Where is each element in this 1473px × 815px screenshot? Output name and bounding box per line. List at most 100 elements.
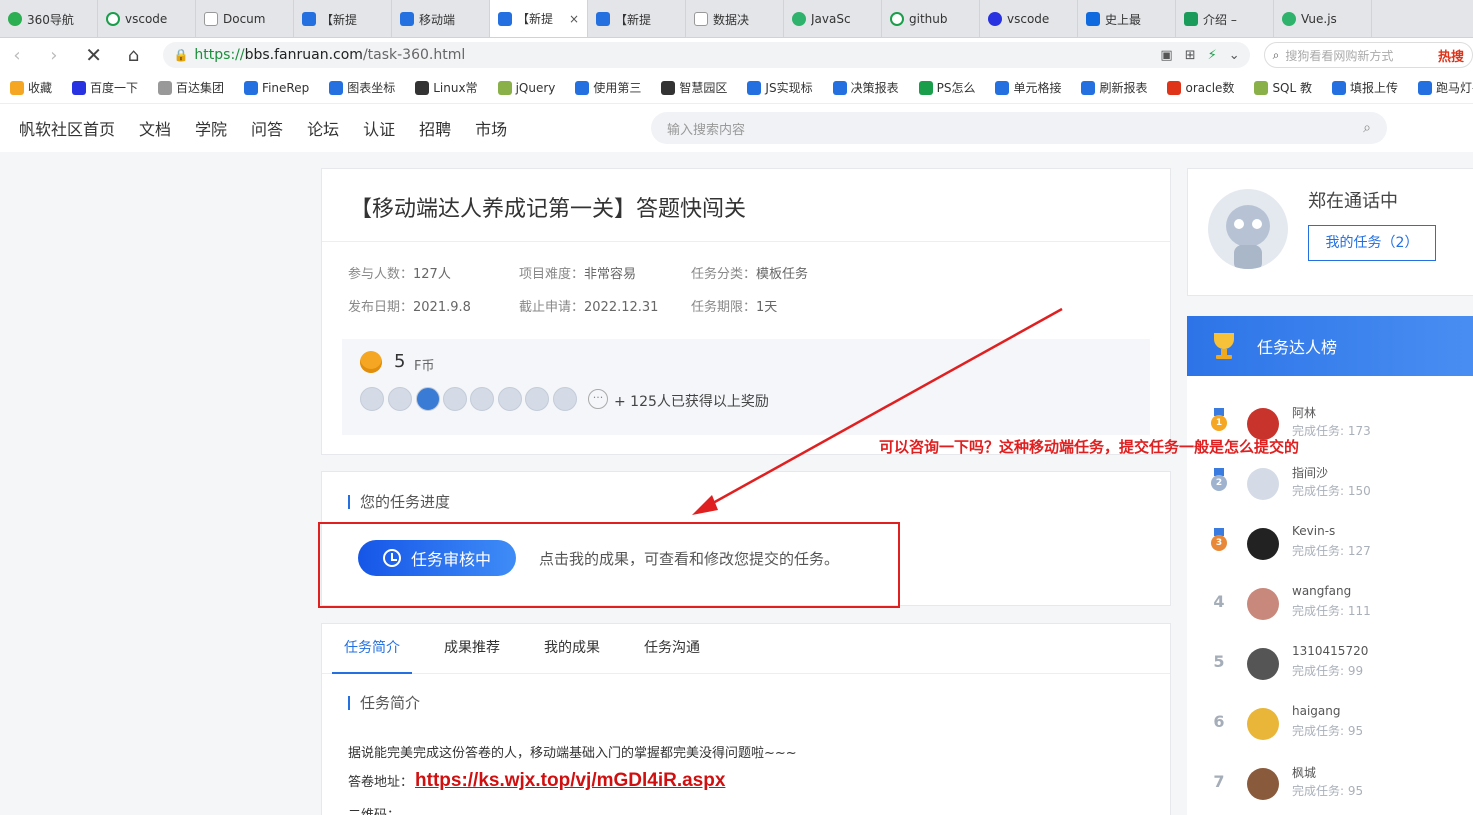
stop-loading-icon[interactable]: ✕ xyxy=(74,43,114,67)
browser-tab[interactable]: Vue.js xyxy=(1274,0,1372,37)
avatar[interactable] xyxy=(1247,468,1279,500)
winner-avatar[interactable] xyxy=(443,387,467,411)
bookmark-item[interactable]: PS怎么 xyxy=(909,79,986,96)
back-icon[interactable]: ‹ xyxy=(0,45,34,66)
bookmark-favicon-icon xyxy=(1167,80,1182,95)
bookmark-item[interactable]: 使用第三 xyxy=(565,79,651,96)
bookmark-item[interactable]: SQL 教 xyxy=(1244,79,1322,96)
site-nav-item[interactable]: 认证 xyxy=(351,116,407,140)
site-nav: 帆软社区首页 文档 学院 问答 论坛 认证 招聘 市场 xyxy=(0,116,519,140)
ranking-user-name[interactable]: 阿林 xyxy=(1292,404,1316,421)
winner-avatar[interactable] xyxy=(553,387,577,411)
avatar[interactable] xyxy=(1247,528,1279,560)
bookmark-item[interactable]: 跑马灯- xyxy=(1408,79,1473,96)
avatar[interactable] xyxy=(1247,588,1279,620)
bookmark-item[interactable]: 百度一下 xyxy=(62,79,148,96)
browser-tab[interactable]: 【新提 xyxy=(294,0,392,37)
winner-avatar[interactable] xyxy=(360,387,384,411)
content-tab[interactable]: 成果推荐 xyxy=(422,624,522,673)
ranking-user-name[interactable]: wangfang xyxy=(1292,584,1351,598)
user-name[interactable]: 郑在通话中 xyxy=(1308,187,1398,213)
bookmark-item[interactable]: oracle数 xyxy=(1157,79,1244,96)
browser-tab[interactable]: 360导航 xyxy=(0,0,98,37)
lightning-icon[interactable]: ⚡ xyxy=(1208,48,1217,63)
site-search-input[interactable]: 输入搜索内容 ⌕ xyxy=(651,112,1387,144)
browser-tab[interactable]: JavaSc xyxy=(784,0,882,37)
browser-tab[interactable]: 移动端 xyxy=(392,0,490,37)
bookmark-label: 百度一下 xyxy=(90,81,139,95)
bookmark-item[interactable]: 刷新报表 xyxy=(1071,79,1157,96)
winner-avatar[interactable] xyxy=(416,387,440,411)
browser-tab[interactable]: github xyxy=(882,0,980,37)
ranking-row[interactable]: 5 1310415720 完成任务: 99 xyxy=(1187,634,1473,694)
avatar[interactable] xyxy=(1208,189,1288,269)
bookmark-item[interactable]: 单元格接 xyxy=(985,79,1071,96)
hot-search-box[interactable]: ⌕ 搜狗看看网购新方式 热搜 xyxy=(1263,42,1473,68)
avatar[interactable] xyxy=(1247,708,1279,740)
answer-link[interactable]: https://ks.wjx.top/vj/mGDl4iR.aspx xyxy=(415,770,725,792)
ranking-user-name[interactable]: haigang xyxy=(1292,704,1341,718)
bookmark-item[interactable]: jQuery xyxy=(488,80,566,95)
browser-tab[interactable]: 【新提 xyxy=(588,0,686,37)
browser-tab[interactable]: 史上最 xyxy=(1078,0,1176,37)
winner-avatar[interactable] xyxy=(525,387,549,411)
site-nav-item[interactable]: 招聘 xyxy=(407,116,463,140)
site-nav-item[interactable]: 学院 xyxy=(183,116,239,140)
site-nav-item[interactable]: 市场 xyxy=(463,116,519,140)
address-bar[interactable]: 🔒 https:// bbs.fanruan.com /task-360.htm… xyxy=(163,42,1250,68)
forward-icon[interactable]: › xyxy=(34,45,74,66)
site-nav-item[interactable]: 帆软社区首页 xyxy=(0,116,127,140)
extension-icon[interactable]: ▣ xyxy=(1160,48,1172,63)
browser-tab[interactable]: vscode xyxy=(98,0,196,37)
url-scheme: https:// xyxy=(194,47,245,63)
browser-tab[interactable]: Docum xyxy=(196,0,294,37)
site-nav-item[interactable]: 文档 xyxy=(127,116,183,140)
browser-tab[interactable]: 介绍 – xyxy=(1176,0,1274,37)
ranking-row[interactable]: 7 枫城 完成任务: 95 xyxy=(1187,754,1473,814)
ranking-user-name[interactable]: 1310415720 xyxy=(1292,644,1368,658)
search-icon[interactable]: ⌕ xyxy=(1363,120,1371,136)
ranking-row[interactable]: 2 指间沙 完成任务: 150 xyxy=(1187,454,1473,514)
avatar[interactable] xyxy=(1247,648,1279,680)
avatar[interactable] xyxy=(1247,768,1279,800)
tab-favicon-icon xyxy=(8,12,22,26)
bookmark-item[interactable]: 决策报表 xyxy=(823,79,909,96)
chevron-down-icon[interactable]: ⌄ xyxy=(1229,48,1240,63)
medal-rank: 2 xyxy=(1211,475,1227,491)
ranking-row[interactable]: 4 wangfang 完成任务: 111 xyxy=(1187,574,1473,634)
more-icon[interactable]: ··· xyxy=(588,389,608,409)
bookmark-item[interactable]: 图表坐标 xyxy=(319,79,405,96)
bookmark-favicon-icon xyxy=(1332,80,1347,95)
bookmark-item[interactable]: JS实现标 xyxy=(737,79,822,96)
bookmark-item[interactable]: 填报上传 xyxy=(1322,79,1408,96)
bookmark-item[interactable]: FineRep xyxy=(234,80,319,95)
browser-tab[interactable]: vscode xyxy=(980,0,1078,37)
ranking-row[interactable]: 6 haigang 完成任务: 95 xyxy=(1187,694,1473,754)
difficulty: 项目难度：非常容易 xyxy=(519,263,636,282)
home-icon[interactable]: ⌂ xyxy=(114,45,154,66)
ranking-task-count: 完成任务: 111 xyxy=(1292,604,1371,618)
site-nav-item[interactable]: 论坛 xyxy=(295,116,351,140)
grid-icon[interactable]: ⊞ xyxy=(1185,48,1196,63)
medal-icon: 1 xyxy=(1211,408,1227,432)
ranking-user-name[interactable]: 指间沙 xyxy=(1292,464,1328,481)
content-tab[interactable]: 我的成果 xyxy=(522,624,622,673)
ranking-row[interactable]: 3 Kevin-s 完成任务: 127 xyxy=(1187,514,1473,574)
ranking-user-name[interactable]: 枫城 xyxy=(1292,764,1316,781)
my-tasks-button[interactable]: 我的任务（2） xyxy=(1308,225,1436,261)
content-tab[interactable]: 任务沟通 xyxy=(622,624,722,673)
site-nav-item[interactable]: 问答 xyxy=(239,116,295,140)
browser-tab[interactable]: 数据决 xyxy=(686,0,784,37)
bookmark-item[interactable]: Linux常 xyxy=(405,79,487,96)
content-tab[interactable]: 任务简介 xyxy=(322,624,422,674)
bookmark-item[interactable]: 收藏 xyxy=(0,79,62,96)
bookmark-favicon-icon xyxy=(661,80,676,95)
browser-tab[interactable]: 【新提 × xyxy=(490,0,588,37)
ranking-user-name[interactable]: Kevin-s xyxy=(1292,524,1335,538)
winner-avatar[interactable] xyxy=(388,387,412,411)
winner-avatar[interactable] xyxy=(498,387,522,411)
bookmark-item[interactable]: 智慧园区 xyxy=(651,79,737,96)
close-tab-icon[interactable]: × xyxy=(569,12,579,26)
winner-avatar[interactable] xyxy=(470,387,494,411)
bookmark-item[interactable]: 百达集团 xyxy=(148,79,234,96)
